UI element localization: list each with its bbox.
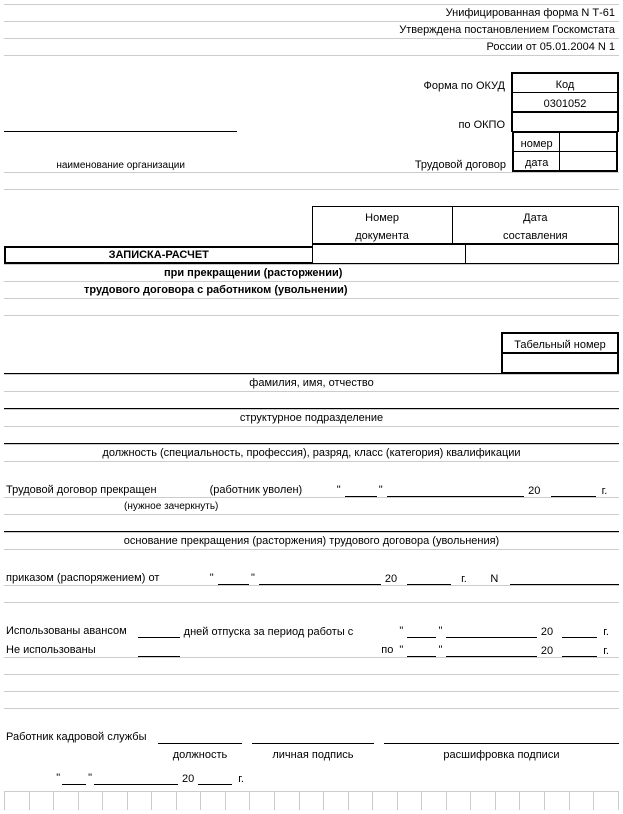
- number-label: номер: [513, 133, 560, 152]
- terminate-text1: Трудовой договор прекращен: [4, 478, 208, 497]
- okud-label: Форма по ОКУД: [372, 73, 512, 93]
- okpo-label: по ОКПО: [372, 113, 512, 132]
- dept-field[interactable]: [4, 399, 619, 401]
- basis-caption: основание прекращения (расторжения) труд…: [4, 534, 619, 548]
- term-month[interactable]: [387, 478, 524, 497]
- contract-date-value[interactable]: [560, 152, 617, 172]
- vac-from-year-suffix: г.: [597, 619, 619, 638]
- bottom-ticks: [5, 792, 619, 811]
- fio-field[interactable]: [4, 353, 502, 373]
- vacation-to-label: по: [180, 638, 398, 657]
- form-code-line: Унифицированная форма N Т-61: [4, 6, 619, 20]
- basis-field[interactable]: [4, 522, 619, 524]
- vac-from-day[interactable]: [407, 619, 436, 638]
- hr-position-caption: должность: [158, 744, 242, 763]
- code-header: Код: [512, 73, 618, 93]
- approved-line-2: России от 05.01.2004 N 1: [4, 40, 619, 54]
- vac-from-year-prefix: 20: [537, 619, 562, 638]
- order-year-prefix: 20: [381, 566, 407, 585]
- order-year[interactable]: [407, 566, 451, 585]
- sign-year[interactable]: [198, 766, 232, 785]
- dept-caption: структурное подразделение: [4, 411, 619, 425]
- tab-number-value[interactable]: [502, 353, 618, 373]
- doc-num-value[interactable]: [312, 245, 465, 264]
- vac-to-month[interactable]: [446, 638, 537, 657]
- date-label: дата: [513, 152, 560, 172]
- vacation-notused-label: Не использованы: [4, 638, 138, 657]
- okpo-value[interactable]: [512, 113, 618, 132]
- hr-title: Работник кадровой службы: [4, 725, 158, 744]
- doc-date-value[interactable]: [465, 245, 618, 264]
- term-year[interactable]: [551, 478, 596, 497]
- sign-year-suffix: г.: [232, 766, 250, 785]
- doc-date-label2: составления: [452, 225, 618, 244]
- position-field[interactable]: [4, 434, 619, 436]
- subtitle-2: трудового договора с работником (увольне…: [4, 283, 619, 297]
- doc-num-label2: документа: [312, 225, 452, 244]
- hr-decipher-field[interactable]: [384, 725, 619, 744]
- order-number[interactable]: [510, 566, 619, 585]
- tab-number-label: Табельный номер: [502, 333, 618, 353]
- org-caption: наименование организации: [4, 132, 237, 173]
- order-n-label: N: [484, 566, 510, 585]
- vac-from-year[interactable]: [562, 619, 598, 638]
- vacation-notused-days[interactable]: [138, 638, 180, 657]
- vac-to-year-prefix: 20: [537, 638, 562, 657]
- hr-decipher-caption: расшифровка подписи: [384, 744, 619, 763]
- doc-date-label1: Дата: [452, 207, 618, 226]
- approved-line-1: Утверждена постановлением Госкомстата: [4, 23, 619, 37]
- doc-num-label1: Номер: [312, 207, 452, 226]
- org-name-field[interactable]: [4, 113, 237, 132]
- order-month[interactable]: [259, 566, 381, 585]
- term-day[interactable]: [345, 478, 377, 497]
- hr-position-field[interactable]: [158, 725, 242, 744]
- vacation-used-label: Использованы авансом: [4, 619, 138, 638]
- vac-from-month[interactable]: [446, 619, 537, 638]
- term-year-suffix: г.: [596, 478, 619, 497]
- order-prefix: приказом (распоряжением) от: [4, 566, 208, 585]
- subtitle-1: при прекращении (расторжении): [84, 266, 619, 280]
- fio-caption: фамилия, имя, отчество: [4, 376, 619, 390]
- contract-number-value[interactable]: [560, 133, 617, 152]
- doc-title: ЗАПИСКА-РАСЧЕТ: [4, 246, 312, 264]
- sign-month[interactable]: [94, 766, 178, 785]
- term-year-prefix: 20: [524, 478, 551, 497]
- terminate-text2: (работник уволен): [208, 478, 335, 497]
- vac-to-year[interactable]: [562, 638, 598, 657]
- strike-note: (нужное зачеркнуть): [4, 500, 619, 513]
- vacation-used-days[interactable]: [138, 619, 180, 638]
- vacation-days-label: дней отпуска за период работы с: [180, 619, 398, 638]
- hr-sign-caption: личная подпись: [252, 744, 374, 763]
- vac-to-year-suffix: г.: [597, 638, 619, 657]
- vac-to-day[interactable]: [407, 638, 436, 657]
- order-year-suffix: г.: [451, 566, 484, 585]
- order-day[interactable]: [218, 566, 249, 585]
- position-caption: должность (специальность, профессия), ра…: [4, 446, 619, 460]
- sign-year-prefix: 20: [178, 766, 198, 785]
- contract-label: Трудовой договор: [372, 132, 512, 173]
- okud-value: 0301052: [512, 93, 618, 112]
- sign-day[interactable]: [62, 766, 86, 785]
- hr-sign-field[interactable]: [252, 725, 374, 744]
